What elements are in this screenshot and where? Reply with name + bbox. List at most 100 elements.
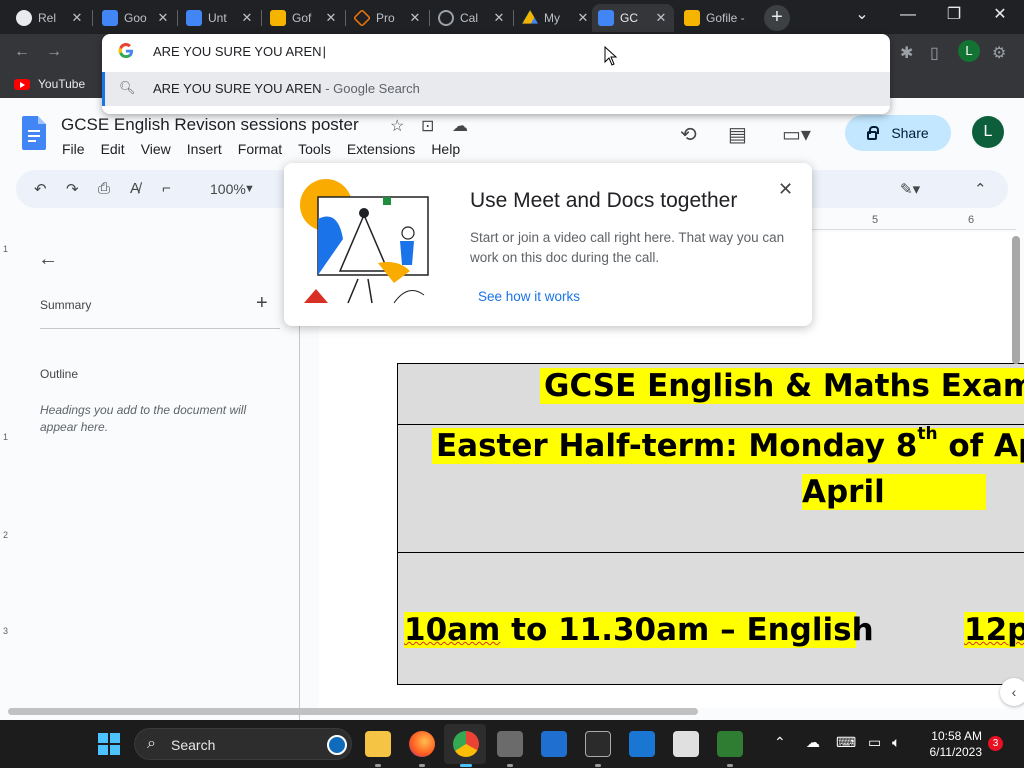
account-avatar[interactable]: L [972, 116, 1004, 148]
star-icon[interactable]: ☆ [390, 116, 404, 136]
menu-tools[interactable]: Tools [298, 141, 331, 157]
share-button[interactable]: Share [845, 115, 951, 151]
spellcheck-icon[interactable]: A̸ [130, 180, 140, 197]
tab-google-drive[interactable]: My ✕ [516, 4, 596, 32]
firefox-icon[interactable] [409, 731, 435, 757]
date-text-end: of April [948, 428, 1024, 464]
hide-menus-icon[interactable]: ⌃ [974, 180, 987, 198]
omnibox-suggestion[interactable]: 🔍︎ ARE YOU SURE YOU AREN - Google Search [102, 72, 890, 106]
cloud-saved-icon[interactable]: ☁ [452, 116, 468, 136]
close-icon[interactable]: ✕ [492, 10, 506, 26]
app-icon[interactable] [497, 731, 523, 757]
tab-separator [177, 10, 178, 26]
close-icon[interactable]: ✕ [654, 10, 668, 26]
maximize-button[interactable]: ❐ [934, 4, 974, 28]
close-icon[interactable]: ✕ [778, 179, 793, 200]
settings-icon[interactable]: ⚙ [992, 43, 1006, 63]
close-icon[interactable]: ✕ [576, 10, 590, 26]
close-icon[interactable]: ✕ [240, 10, 254, 26]
active-indicator [460, 764, 472, 767]
omnibox-input-row[interactable]: ARE YOU SURE YOU AREN [102, 34, 890, 70]
bookmark-youtube[interactable]: YouTube [14, 77, 85, 91]
tab-gofile[interactable]: Gof ✕ [264, 4, 344, 32]
app-monitor-icon[interactable] [717, 731, 743, 757]
menu-format[interactable]: Format [238, 141, 282, 157]
menu-file[interactable]: File [62, 141, 85, 157]
print-icon[interactable]: ⎙ [98, 180, 110, 197]
tab-google-docs-2[interactable]: Unt ✕ [180, 4, 260, 32]
document-title[interactable]: GCSE English Revison sessions poster [61, 115, 359, 135]
menu-view[interactable]: View [141, 141, 171, 157]
see-how-it-works-link[interactable]: See how it works [478, 289, 580, 304]
taskbar-search[interactable]: ⌕ Search [134, 728, 352, 760]
move-folder-icon[interactable]: ⊡ [421, 116, 434, 136]
keyboard-icon[interactable]: ⌨ [836, 734, 856, 751]
poster-maths-session[interactable]: 12p [964, 612, 1024, 648]
menu-edit[interactable]: Edit [101, 141, 125, 157]
notification-badge[interactable]: 3 [988, 736, 1003, 751]
profile-avatar[interactable]: L [958, 40, 980, 62]
google-docs-icon [186, 10, 202, 26]
network-icon[interactable]: ▭ [868, 734, 881, 751]
zoom-select[interactable]: 100% [210, 181, 246, 197]
extensions-icon[interactable]: ✱ [900, 43, 913, 63]
comments-icon[interactable]: ▤ [728, 122, 747, 147]
app-window-icon[interactable] [629, 731, 655, 757]
tab-cal[interactable]: Cal ✕ [432, 4, 512, 32]
onedrive-icon[interactable]: ☁ [806, 734, 820, 751]
side-panel-icon[interactable]: ▯ [930, 43, 939, 63]
tab-pro[interactable]: Pro ✕ [348, 4, 428, 32]
7zip-icon[interactable] [673, 731, 699, 757]
close-icon[interactable]: ✕ [70, 10, 84, 26]
windows-start-icon[interactable] [98, 733, 120, 755]
back-arrow-icon[interactable]: ← [38, 248, 58, 271]
poster-date-line[interactable]: Easter Half-term: Monday 8th of April [432, 424, 1024, 464]
add-summary-button[interactable]: + [256, 292, 268, 315]
tab-separator [513, 10, 514, 26]
file-explorer-icon[interactable] [365, 731, 391, 757]
volume-icon[interactable]: 🔈︎ [892, 734, 900, 751]
tab-title: Rel [38, 11, 57, 25]
meet-promo-popup: Use Meet and Docs together Start or join… [284, 163, 812, 326]
tab-gofile-2[interactable]: Gofile - [678, 4, 758, 32]
tab-google-docs-1[interactable]: Goo ✕ [96, 4, 176, 32]
photos-icon[interactable] [541, 731, 567, 757]
google-docs-logo-icon[interactable] [22, 116, 46, 150]
new-tab-button[interactable]: + [764, 5, 790, 31]
tab-title: Goo [124, 11, 147, 25]
menu-help[interactable]: Help [431, 141, 460, 157]
close-window-button[interactable]: ✕ [980, 4, 1020, 28]
side-panel-expand-button[interactable]: ‹ [1000, 678, 1024, 706]
chevron-up-icon[interactable]: ⌃ [774, 734, 786, 751]
terminal-icon[interactable] [585, 731, 611, 757]
ruler-mark: 1 [3, 432, 9, 442]
close-icon[interactable]: ✕ [324, 10, 338, 26]
close-icon[interactable]: ✕ [408, 10, 422, 26]
chrome-icon[interactable] [453, 731, 479, 757]
poster-table[interactable]: GCSE English & Maths Exam Re Easter Half… [397, 363, 1024, 685]
undo-icon[interactable]: ↶ [34, 180, 47, 198]
clock[interactable]: 10:58 AM 6/11/2023 [914, 728, 983, 760]
omnibox-input[interactable]: ARE YOU SURE YOU AREN [153, 44, 326, 59]
tab-gcse-active[interactable]: GC ✕ [592, 4, 674, 32]
omnibox-dropdown: ARE YOU SURE YOU AREN 🔍︎ ARE YOU SURE YO… [102, 34, 890, 114]
back-icon[interactable]: ← [14, 43, 30, 61]
poster-april-line[interactable]: April [802, 474, 986, 510]
redo-icon[interactable]: ↷ [66, 180, 79, 198]
vertical-scrollbar[interactable] [1012, 236, 1020, 364]
close-icon[interactable]: ✕ [156, 10, 170, 26]
menu-insert[interactable]: Insert [187, 141, 222, 157]
minimize-button[interactable]: — [888, 4, 928, 28]
editing-mode-icon[interactable]: ✎▾ [900, 180, 920, 198]
poster-heading[interactable]: GCSE English & Maths Exam Re [540, 368, 1024, 404]
meet-video-icon[interactable]: ▭▾ [782, 122, 811, 147]
horizontal-scrollbar[interactable] [8, 708, 698, 715]
paint-format-icon[interactable]: ⌐ [162, 180, 171, 197]
history-icon[interactable]: ⟲ [680, 122, 697, 147]
chevron-down-icon[interactable]: ▼ [244, 183, 255, 195]
poster-english-session[interactable]: 10am to 11.30am – English [404, 612, 874, 648]
tab-github[interactable]: Rel ✕ [10, 4, 90, 32]
tab-search-chevron-icon[interactable]: ⌄ [842, 4, 882, 28]
forward-icon[interactable]: → [46, 43, 62, 61]
menu-extensions[interactable]: Extensions [347, 141, 415, 157]
